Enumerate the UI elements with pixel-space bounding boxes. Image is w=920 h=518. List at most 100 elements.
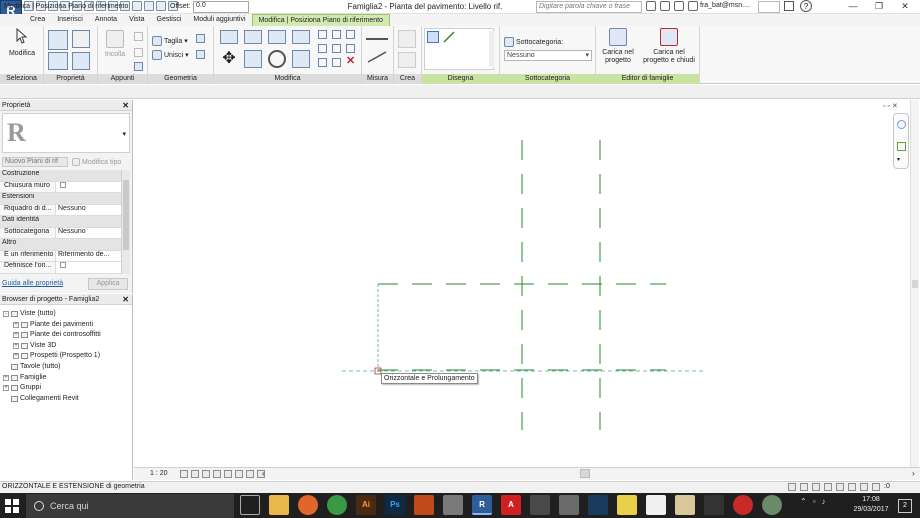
vertical-scrollbar[interactable] <box>910 100 919 467</box>
taskbar-clock[interactable]: 17:08 29/03/2017 <box>848 495 894 515</box>
measure-distance-icon[interactable] <box>366 32 388 40</box>
start-button[interactable] <box>4 498 20 514</box>
browser-tree-item[interactable]: - Viste (tutto) <box>3 310 56 317</box>
collapse-icon[interactable]: - <box>3 310 9 317</box>
expand-icon[interactable]: + <box>3 374 9 381</box>
app-generic-1-icon[interactable] <box>414 495 434 515</box>
maximize-button[interactable]: ❐ <box>866 0 892 14</box>
crop-view-icon[interactable] <box>224 470 232 478</box>
steering-wheel-icon[interactable] <box>897 120 906 129</box>
delete-icon[interactable]: ✕ <box>346 56 357 67</box>
switch-windows-icon[interactable] <box>156 1 166 11</box>
volume-icon[interactable]: ♪ <box>822 497 826 506</box>
ribbon-tab-3[interactable]: Vista <box>123 14 150 26</box>
zoom-icon[interactable] <box>897 142 906 151</box>
copy-icon[interactable] <box>134 32 143 41</box>
ribbon-tab-4[interactable]: Gestisci <box>151 14 188 26</box>
properties-scroll-thumb[interactable] <box>123 180 129 250</box>
app-generic-2-icon[interactable] <box>443 495 463 515</box>
properties-scrollbar[interactable] <box>121 170 130 274</box>
pin-icon[interactable] <box>346 44 355 53</box>
illustrator-icon[interactable]: Ai <box>356 495 376 515</box>
load-and-close-button[interactable]: Carica nel progetto e chiudi <box>642 28 696 65</box>
drag-elements-icon[interactable] <box>860 483 868 491</box>
line-icon[interactable] <box>427 31 439 43</box>
filter-icon[interactable] <box>872 483 880 491</box>
shadows-icon[interactable] <box>213 470 221 478</box>
detail-level-icon[interactable] <box>180 470 188 478</box>
properties-icon[interactable] <box>48 30 68 50</box>
browser-tree-item[interactable]: + Gruppi <box>3 384 41 391</box>
property-value[interactable] <box>56 262 121 273</box>
ribbon-tab-0[interactable]: Crea <box>24 14 51 26</box>
view-scale[interactable]: 1 : 20 <box>150 470 168 477</box>
property-value[interactable] <box>56 181 121 192</box>
family-types-icon[interactable] <box>48 52 68 70</box>
browser-tree-item[interactable]: + Piante dei controsoffitti <box>13 331 101 338</box>
browser-tree-item[interactable]: + Viste 3D <box>13 342 56 349</box>
view-window-controls[interactable]: ▫ ▫ ✕ <box>883 102 898 110</box>
expand-icon[interactable]: + <box>13 352 19 359</box>
minimize-button[interactable]: — <box>840 0 866 14</box>
sticky-notes-icon[interactable] <box>617 495 637 515</box>
join-geometry-button[interactable]: Unisci ▾ <box>152 50 189 60</box>
pick-lines-icon[interactable] <box>443 31 455 43</box>
cut-geometry-button[interactable]: Taglia ▾ <box>152 36 188 46</box>
notepad-icon[interactable] <box>675 495 695 515</box>
mirror-draw-icon[interactable] <box>292 30 310 44</box>
sun-path-icon[interactable] <box>202 470 210 478</box>
close-hidden-icon[interactable] <box>144 1 154 11</box>
select-by-face-icon[interactable] <box>848 483 856 491</box>
notification-center-icon[interactable]: 2 <box>898 499 912 513</box>
property-category[interactable]: Altro <box>0 239 121 251</box>
type-filter-select[interactable]: Nuovo Piani di rif <box>2 157 68 167</box>
offset-icon[interactable] <box>244 30 262 44</box>
dimension-icon[interactable] <box>366 50 388 64</box>
app-generic-3-icon[interactable] <box>559 495 579 515</box>
taskbar-search[interactable]: Cerca qui <box>26 494 234 518</box>
horizontal-scroll-thumb[interactable] <box>580 469 590 478</box>
file-explorer-icon[interactable] <box>269 495 289 515</box>
user-dropdown[interactable] <box>758 1 780 13</box>
infocenter-search-input[interactable]: Digitare parola chiave o frase <box>536 1 642 13</box>
property-checkbox[interactable] <box>60 262 66 269</box>
browser-tree-item[interactable]: + Prospetti (Prospetto 1) <box>13 352 100 359</box>
app-generic-6-icon[interactable] <box>762 495 782 515</box>
expand-icon[interactable]: + <box>13 331 19 338</box>
vertical-scroll-thumb[interactable] <box>912 280 918 288</box>
trim-extend-icon[interactable] <box>292 50 310 68</box>
type-properties-icon[interactable] <box>72 30 90 48</box>
split-icon[interactable] <box>318 30 327 39</box>
exchange-apps-icon[interactable] <box>784 1 794 11</box>
scroll-left-icon[interactable]: ‹ <box>262 469 265 478</box>
user-name[interactable]: fra_bat@msn.... <box>700 2 750 9</box>
split-face-icon[interactable] <box>196 50 205 59</box>
trim-multi-icon[interactable] <box>318 58 327 67</box>
nav-dropdown-icon[interactable]: ▾ <box>897 156 906 164</box>
panel-label-seleziona[interactable]: Seleziona <box>0 74 43 84</box>
subscription-icon[interactable] <box>660 1 670 11</box>
property-value[interactable]: Nessuno <box>56 204 121 215</box>
ribbon-tab-1[interactable]: Inserisci <box>51 14 89 26</box>
select-underlay-icon[interactable] <box>824 483 832 491</box>
user-icon[interactable] <box>688 1 698 11</box>
binoculars-icon[interactable] <box>646 1 656 11</box>
scale-icon[interactable] <box>332 44 341 53</box>
photoshop-icon[interactable]: Ps <box>385 495 405 515</box>
wall-joins-icon[interactable] <box>196 34 205 43</box>
create-similar-icon[interactable] <box>398 52 416 68</box>
property-value[interactable]: Nessuno <box>56 227 121 238</box>
type-selector-dropdown-icon[interactable]: ▾ <box>122 130 126 138</box>
properties-close-icon[interactable]: ✕ <box>122 100 129 111</box>
modify-button[interactable]: Modifica <box>6 27 38 58</box>
create-group-icon[interactable] <box>398 30 416 48</box>
browser-tree-item[interactable]: + Famiglie <box>3 374 46 381</box>
scroll-right-icon[interactable]: › <box>912 469 915 478</box>
offset-input[interactable]: 0.0 <box>193 1 249 13</box>
properties-help-link[interactable]: Guida alle proprietà <box>2 280 63 287</box>
align-icon[interactable] <box>220 30 238 44</box>
document-icon[interactable] <box>646 495 666 515</box>
property-value[interactable]: Riferimento de... <box>56 250 121 261</box>
property-checkbox[interactable] <box>60 181 66 188</box>
network-icon[interactable]: ▫ <box>813 497 816 506</box>
